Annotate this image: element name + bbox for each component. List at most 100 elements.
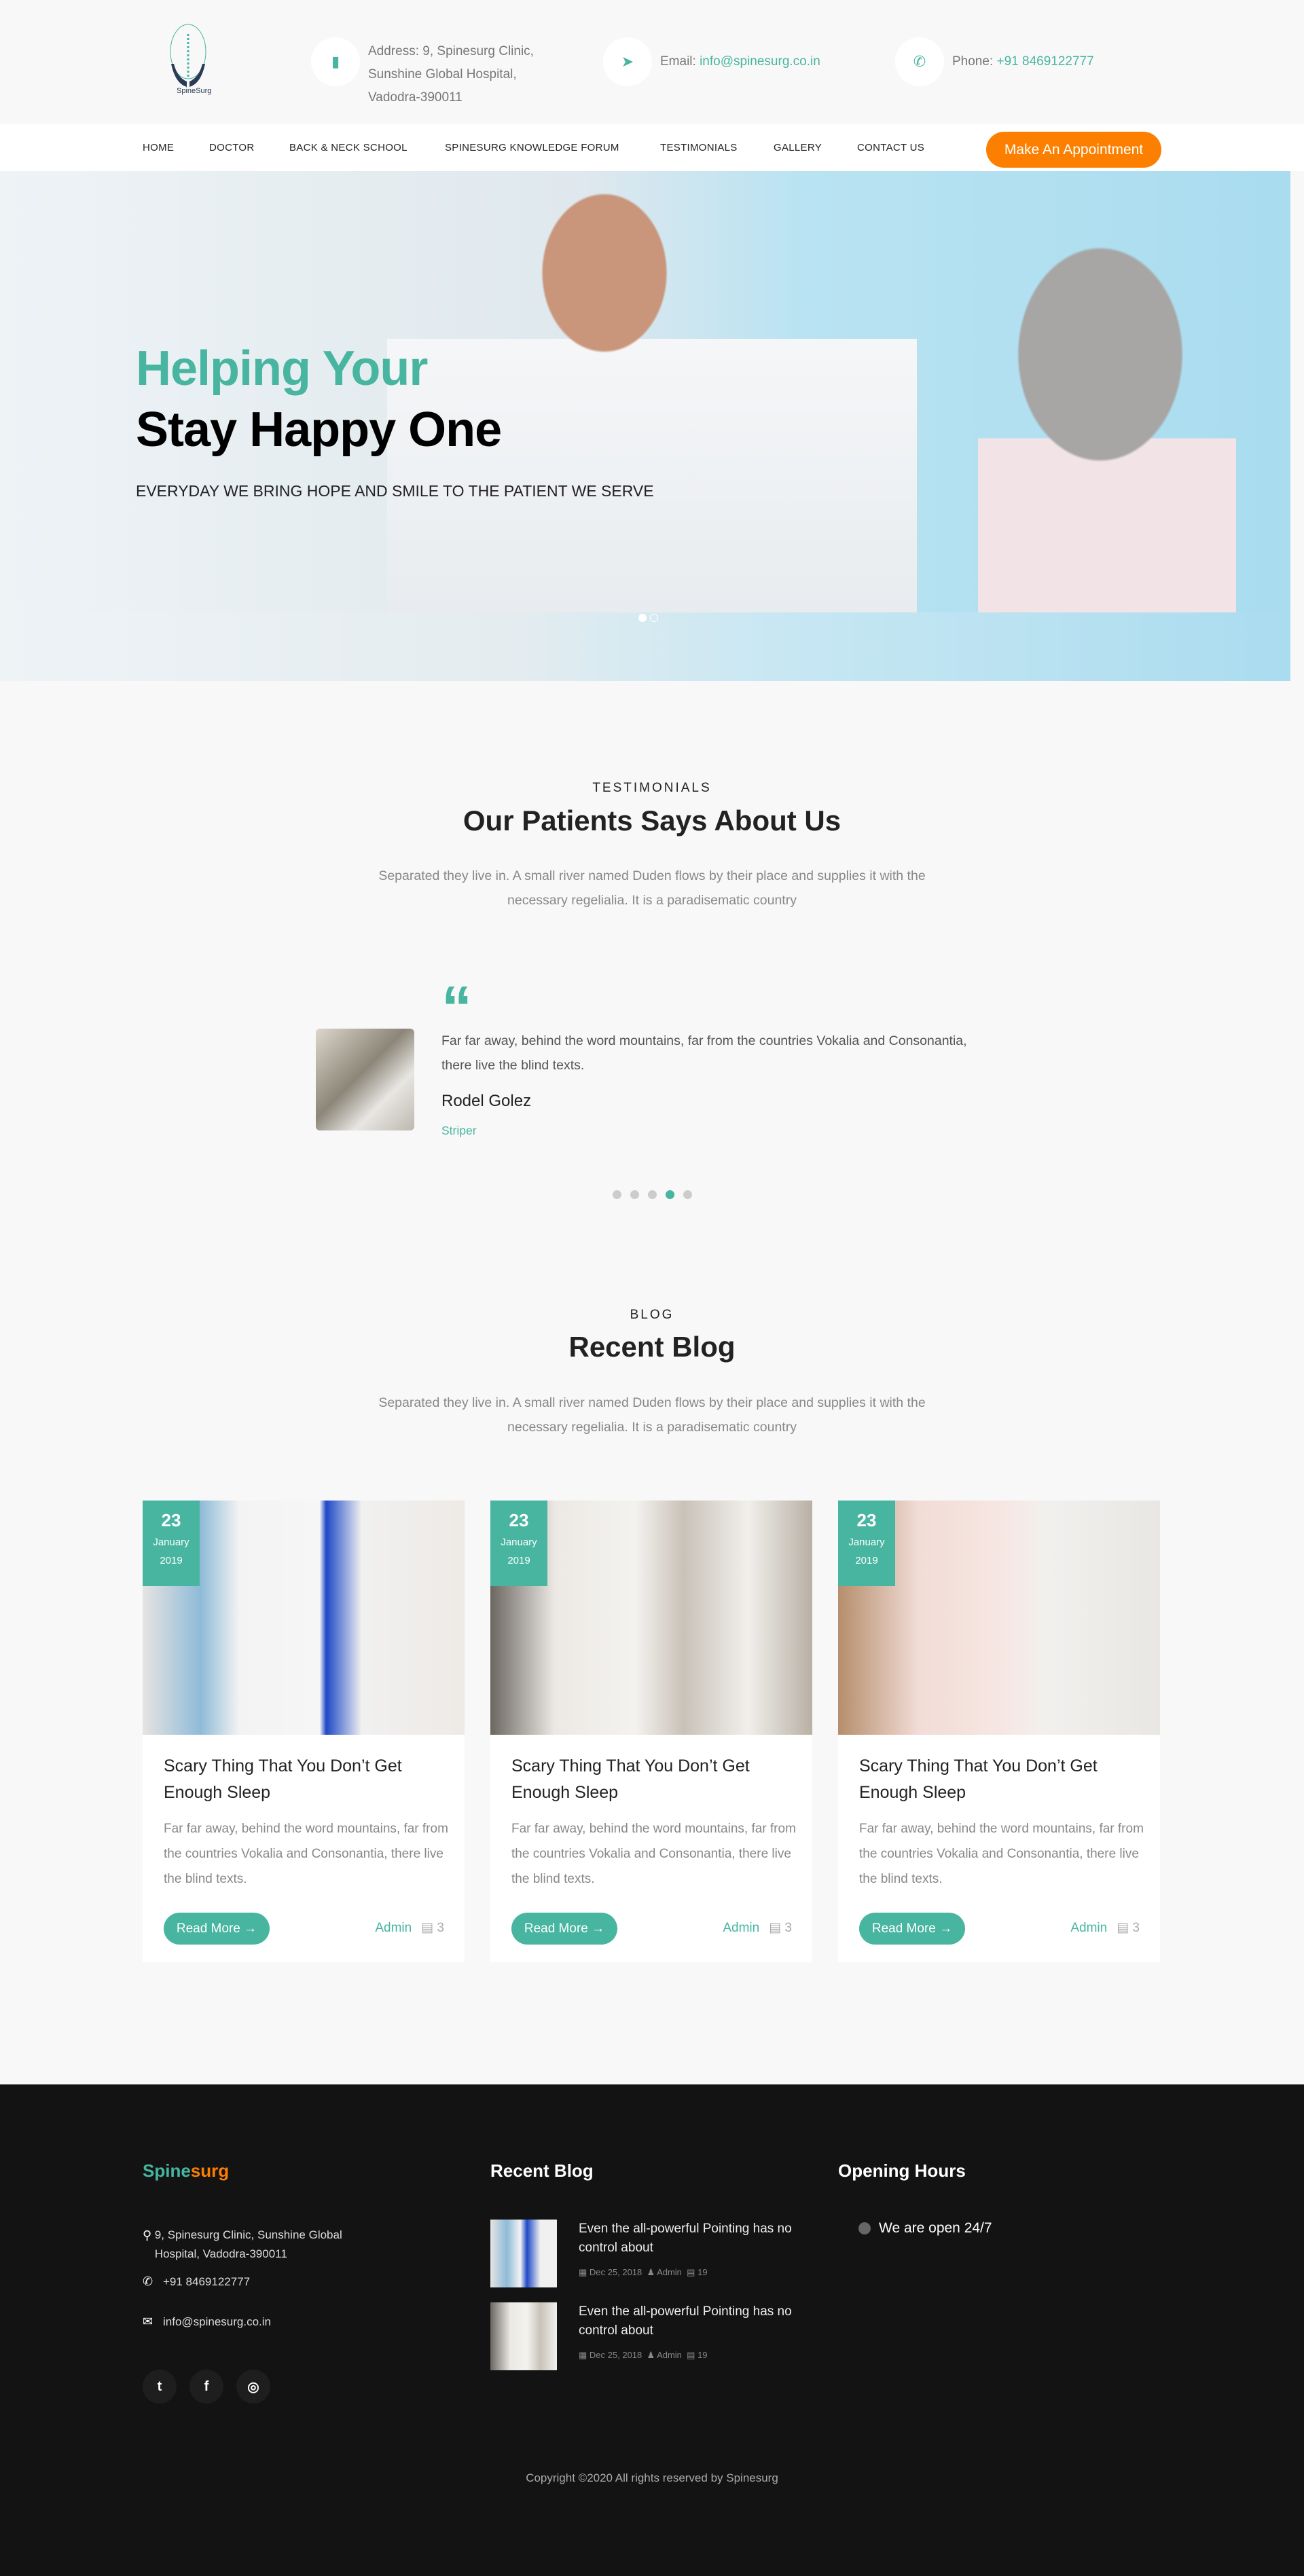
- post-meta: Admin ▤ 3: [723, 1920, 792, 1936]
- address-line: Sunshine Global Hospital,: [368, 67, 517, 81]
- post-author: Admin: [657, 2267, 682, 2277]
- phone-link[interactable]: +91 8469122777: [997, 54, 1094, 69]
- hero-patient-image: [978, 225, 1236, 612]
- date-badge: 23 January 2019: [143, 1501, 200, 1586]
- map-marker-icon: ⚲: [143, 2228, 152, 2242]
- phone-text[interactable]: +91 8469122777: [163, 2275, 250, 2288]
- intro-line: necessary regelialia. It is a paradisema…: [507, 1420, 797, 1435]
- logo-text: SpineSurg: [177, 87, 212, 95]
- date-badge: 23 January 2019: [838, 1501, 895, 1586]
- blog-excerpt: Far far away, behind the word mountains,…: [511, 1822, 796, 1886]
- copyright: Copyright ©2020 All rights reserved by S…: [526, 2471, 778, 2484]
- date-month: January: [848, 1537, 885, 1548]
- hero-dot[interactable]: [638, 614, 647, 622]
- hero-subtitle: EVERYDAY WE BRING HOPE AND SMILE TO THE …: [136, 482, 654, 500]
- intro-line: necessary regelialia. It is a paradisema…: [507, 893, 797, 908]
- blog-post-title[interactable]: Scary Thing That You Don’t Get Enough Sl…: [164, 1753, 442, 1806]
- hours-text: We are open 24/7: [879, 2220, 992, 2236]
- nav-contact[interactable]: CONTACT US: [857, 142, 924, 153]
- date-day: 23: [161, 1510, 181, 1530]
- footer-brand: Spinesurg: [143, 2160, 229, 2182]
- post-date: Dec 25, 2018: [589, 2267, 642, 2277]
- date-month: January: [153, 1537, 189, 1548]
- footer-post[interactable]: Even the all-powerful Pointing has no co…: [490, 2302, 823, 2370]
- testimonial-pagination: [613, 1190, 692, 1199]
- slide-dot[interactable]: [648, 1190, 657, 1199]
- blog-card: 23 January 2019 Scary Thing That You Don’t…: [490, 1501, 812, 1962]
- post-author[interactable]: Admin: [375, 1921, 412, 1936]
- post-author[interactable]: Admin: [1070, 1921, 1107, 1936]
- footer: Spinesurg ⚲ 9, Spinesurg Clinic, Sunshine…: [0, 2084, 1304, 2576]
- comment-icon: ▤: [687, 2350, 695, 2360]
- comment-count: 3: [784, 1921, 792, 1935]
- hero-dot[interactable]: [650, 614, 658, 622]
- address-info: ▮ Address: 9, Spinesurg Clinic, Sunshine …: [311, 37, 534, 109]
- brand-part: surg: [190, 2160, 230, 2181]
- logo[interactable]: SpineSurg: [155, 19, 221, 103]
- footer-post[interactable]: Even the all-powerful Pointing has no co…: [490, 2220, 823, 2287]
- date-badge: 23 January 2019: [490, 1501, 547, 1586]
- intro-line: Separated they live in. A small river na…: [378, 1395, 926, 1410]
- hero-doctor-image: [387, 171, 917, 612]
- hero-pagination: [638, 614, 658, 622]
- read-more-button[interactable]: Read More →: [859, 1913, 965, 1945]
- twitter-icon[interactable]: t: [143, 2370, 177, 2404]
- blog-intro: Separated they live in. A small river na…: [0, 1391, 1304, 1439]
- email-text[interactable]: info@spinesurg.co.in: [163, 2315, 271, 2328]
- brand-part: Spine: [143, 2160, 191, 2181]
- footer-post-thumb[interactable]: [490, 2302, 557, 2370]
- footer-phone: ✆ +91 8469122777: [143, 2272, 250, 2292]
- read-more-button[interactable]: Read More →: [511, 1913, 617, 1945]
- blog-post-title[interactable]: Scary Thing That You Don’t Get Enough Sl…: [859, 1753, 1138, 1806]
- comment-icon: ▤: [421, 1921, 434, 1935]
- slide-dot-active[interactable]: [666, 1190, 674, 1199]
- nav-back-neck-school[interactable]: BACK & NECK SCHOOL: [289, 142, 408, 153]
- date-day: 23: [856, 1510, 877, 1530]
- post-meta: Admin ▤ 3: [1070, 1920, 1140, 1936]
- date-year: 2019: [507, 1555, 530, 1566]
- clock-icon: [858, 2222, 871, 2234]
- comment-count: 19: [698, 2350, 708, 2360]
- post-meta: Admin ▤ 3: [375, 1920, 444, 1936]
- slide-dot[interactable]: [630, 1190, 639, 1199]
- nav-doctor[interactable]: DOCTOR: [209, 142, 255, 153]
- nav-testimonials[interactable]: TESTIMONIALS: [660, 142, 738, 153]
- address-line: 9, Spinesurg Clinic,: [422, 44, 534, 58]
- footer-post-title[interactable]: Even the all-powerful Pointing has no co…: [579, 2302, 823, 2340]
- user-icon: ♟: [647, 2350, 655, 2360]
- map-icon: ▮: [311, 37, 360, 86]
- date-year: 2019: [160, 1555, 183, 1566]
- testimonial-name: Rodel Golez: [441, 1092, 532, 1110]
- slide-dot[interactable]: [613, 1190, 621, 1199]
- footer-email: ✉ info@spinesurg.co.in: [143, 2312, 271, 2332]
- footer-post-title[interactable]: Even the all-powerful Pointing has no co…: [579, 2220, 823, 2258]
- hero-title-line1: Helping Your: [136, 342, 428, 396]
- blog-excerpt: Far far away, behind the word mountains,…: [164, 1822, 448, 1886]
- nav-gallery[interactable]: GALLERY: [774, 142, 822, 153]
- make-appointment-button[interactable]: Make An Appointment: [986, 132, 1161, 168]
- slide-dot[interactable]: [683, 1190, 692, 1199]
- comment-icon: ▤: [687, 2267, 695, 2277]
- social-links: t f ◎: [143, 2370, 270, 2404]
- nav-home[interactable]: HOME: [143, 142, 174, 153]
- blog-eyebrow: BLOG: [630, 1308, 674, 1322]
- footer-hours: We are open 24/7: [858, 2220, 992, 2237]
- facebook-icon[interactable]: f: [189, 2370, 223, 2404]
- footer-post-thumb[interactable]: [490, 2220, 557, 2287]
- address-line: Vadodra-390011: [368, 90, 463, 105]
- calendar-icon: ▦: [579, 2267, 587, 2277]
- email-link[interactable]: info@spinesurg.co.in: [700, 54, 820, 69]
- post-author[interactable]: Admin: [723, 1921, 759, 1936]
- email-label: Email:: [660, 54, 696, 69]
- blog-post-title[interactable]: Scary Thing That You Don’t Get Enough Sl…: [511, 1753, 790, 1806]
- testimonial-role: Striper: [441, 1124, 477, 1137]
- hero-title-line2: Stay Happy One: [136, 403, 502, 457]
- post-date: Dec 25, 2018: [589, 2350, 642, 2360]
- read-more-button[interactable]: Read More →: [164, 1913, 270, 1945]
- blog-title: Recent Blog: [568, 1331, 736, 1363]
- date-month: January: [501, 1537, 537, 1548]
- nav-knowledge-forum[interactable]: SPINESURG KNOWLEDGE FORUM: [445, 142, 619, 153]
- testimonial-text: Far far away, behind the word mountains,…: [441, 1033, 967, 1073]
- main-nav: HOME DOCTOR BACK & NECK SCHOOL SPINESURG…: [0, 124, 1304, 171]
- instagram-icon[interactable]: ◎: [236, 2370, 270, 2404]
